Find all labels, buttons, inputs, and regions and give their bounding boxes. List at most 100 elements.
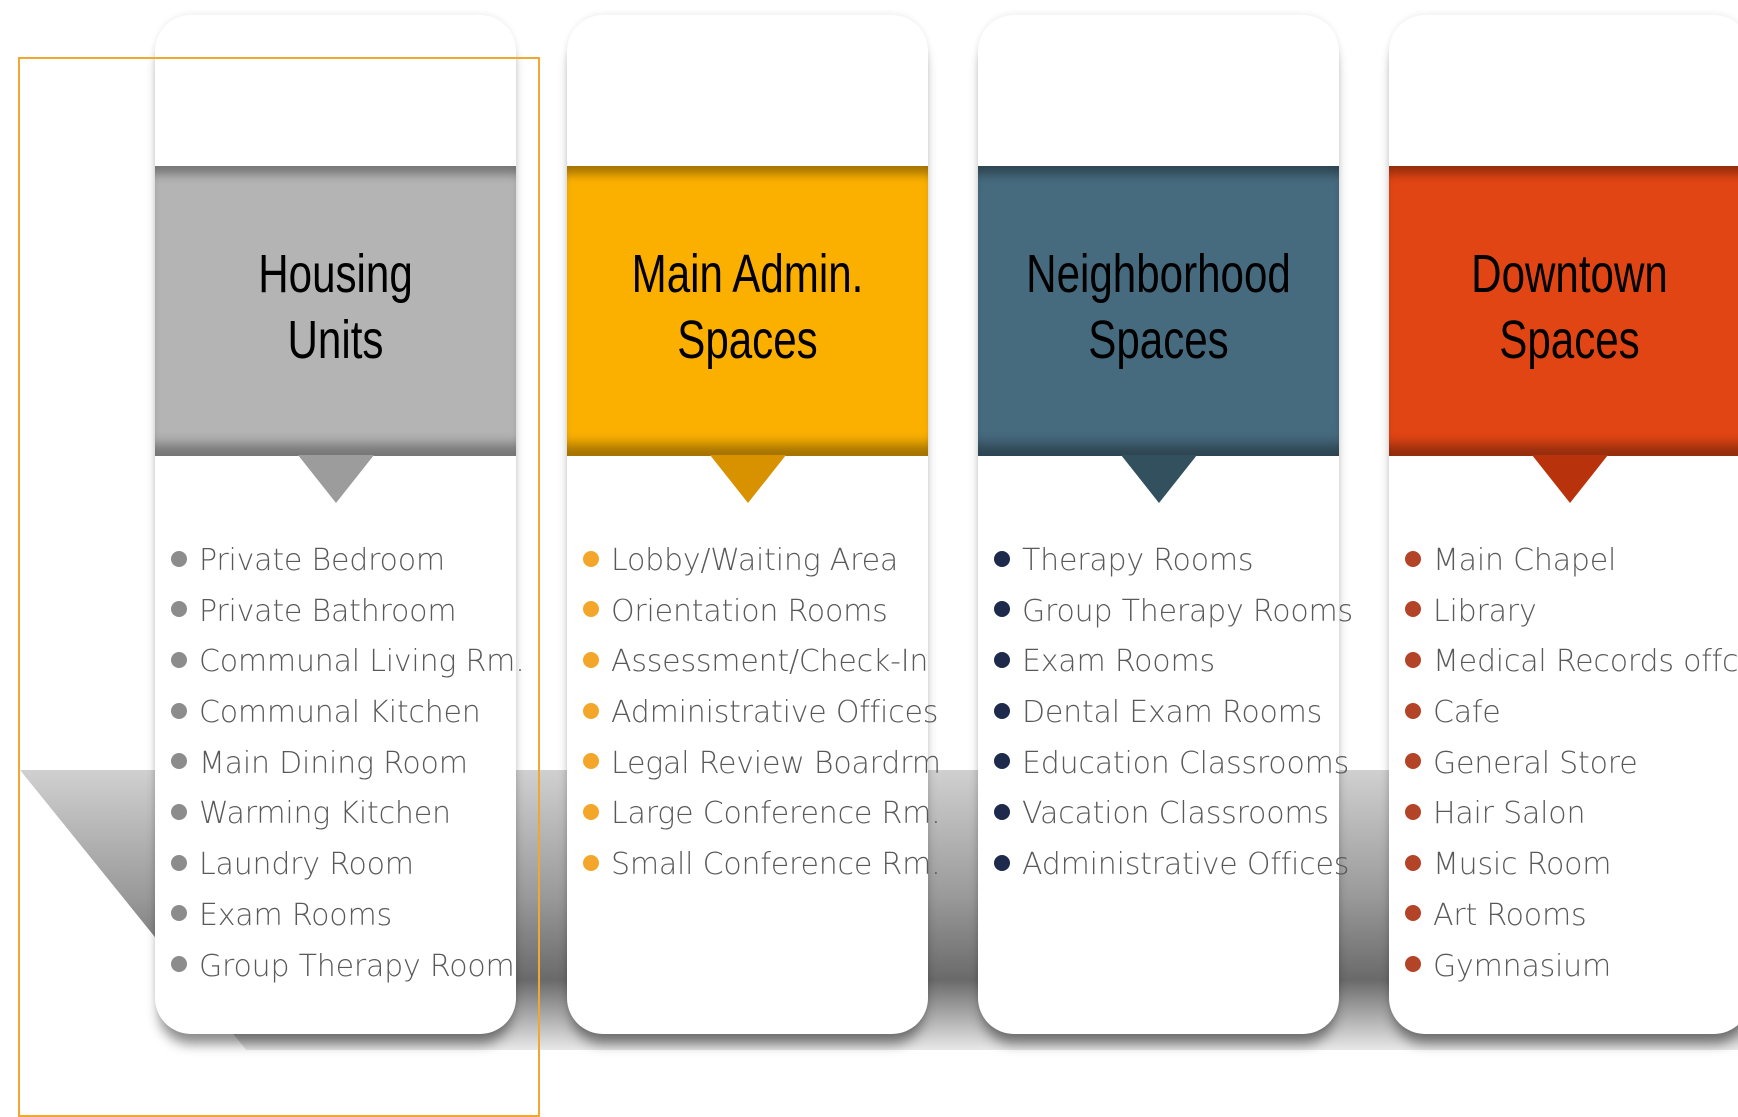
bullet-dot-icon: [1405, 905, 1421, 922]
list-item-label: Therapy Rooms: [1022, 543, 1254, 578]
bullet-dot-icon: [994, 753, 1010, 770]
list-item: Main Chapel: [1405, 542, 1738, 593]
list-item-label: Art Rooms: [1433, 897, 1587, 933]
list-item-label: Large Conference Rm.: [611, 796, 941, 832]
bullet-dot-icon: [1405, 651, 1421, 668]
list-item: Laundry Room: [171, 846, 525, 897]
bullet-dot-icon: [171, 753, 187, 770]
list-item: General Store: [1405, 745, 1738, 796]
list-item-label: Group Therapy Rooms: [1022, 593, 1353, 629]
column-title: Main Admin. Spaces: [631, 244, 864, 370]
list-item-label: Medical Records offc.: [1433, 644, 1738, 680]
bullet-dot-icon: [994, 550, 1010, 567]
bullet-dot-icon: [1405, 803, 1421, 820]
list-item: Gymnasium: [1405, 948, 1738, 999]
list-item: Private Bathroom: [171, 593, 525, 644]
list-item: Assessment/Check-In: [583, 643, 941, 694]
banner-pointer: [297, 455, 374, 503]
item-list: Main Chapel Library Medical Records offc. C…: [1405, 542, 1738, 998]
list-item-label: Exam Rooms: [199, 897, 392, 933]
list-item: Administrative Offices: [583, 694, 941, 745]
item-list: Lobby/Waiting Area Orientation Rooms Asses…: [583, 542, 941, 897]
bullet-dot-icon: [171, 905, 187, 922]
column-banner: Housing Units: [155, 166, 516, 456]
bullet-dot-icon: [171, 854, 187, 871]
list-item-label: Small Conference Rm.: [611, 847, 941, 883]
list-item: Large Conference Rm.: [583, 795, 941, 846]
neighborhood-spaces-card: Neighborhood Spaces Therapy Rooms Group T…: [978, 15, 1353, 1034]
bullet-dot-icon: [1405, 956, 1421, 972]
bullet-dot-icon: [1405, 854, 1421, 871]
bullet-dot-icon: [171, 702, 187, 719]
list-item: Communal Kitchen: [171, 694, 525, 745]
bullet-dot-icon: [994, 601, 1010, 618]
list-item: Dental Exam Rooms: [994, 694, 1353, 745]
bullet-dot-icon: [1405, 753, 1421, 770]
list-item-label: Warming Kitchen: [199, 796, 451, 832]
list-item-label: Lobby/Waiting Area: [611, 543, 899, 578]
list-item: Exam Rooms: [994, 643, 1353, 694]
bullet-dot-icon: [994, 803, 1010, 820]
bullet-dot-icon: [583, 753, 599, 770]
list-item-label: Administrative Offices: [1022, 847, 1350, 883]
list-item: Communal Living Rm.: [171, 643, 525, 694]
list-item-label: Exam Rooms: [1022, 644, 1215, 680]
bullet-dot-icon: [1405, 601, 1421, 618]
list-item-label: Library: [1433, 593, 1537, 629]
bullet-dot-icon: [583, 803, 599, 820]
bullet-dot-icon: [583, 651, 599, 668]
list-item-label: Dental Exam Rooms: [1022, 695, 1323, 731]
column-title: Housing Units: [258, 244, 413, 370]
bullet-dot-icon: [171, 803, 187, 820]
list-item: Group Therapy Rooms: [994, 593, 1353, 644]
housing-units-card: Housing Units Private Bedroom Private Bat…: [155, 15, 525, 1034]
list-item: Exam Rooms: [171, 897, 525, 948]
list-item-label: Music Room: [1433, 847, 1612, 883]
banner-pointer: [709, 455, 786, 503]
column-banner: Downtown Spaces: [1389, 166, 1738, 456]
item-list: Therapy Rooms Group Therapy Rooms Exam Roo…: [994, 542, 1353, 897]
bullet-dot-icon: [994, 651, 1010, 668]
list-item: Private Bedroom: [171, 542, 525, 593]
list-item-label: Main Chapel: [1433, 543, 1617, 578]
banner-pointer: [1120, 455, 1197, 503]
bullet-dot-icon: [1405, 702, 1421, 719]
list-item-label: Hair Salon: [1433, 796, 1586, 832]
bullet-dot-icon: [994, 854, 1010, 871]
list-item: Main Dining Room: [171, 745, 525, 796]
banner-pointer: [1531, 455, 1608, 503]
column-banner: Neighborhood Spaces: [978, 166, 1339, 456]
bullet-dot-icon: [583, 550, 599, 567]
bullet-dot-icon: [583, 854, 599, 871]
bullet-dot-icon: [1405, 550, 1421, 567]
list-item-label: Vacation Classrooms: [1022, 796, 1329, 832]
bullet-dot-icon: [583, 601, 599, 618]
column-title: Neighborhood Spaces: [1026, 244, 1291, 370]
diagram-stage: Housing Units Private Bedroom Private Bat…: [0, 0, 1738, 1117]
list-item: Group Therapy Room: [171, 948, 525, 999]
list-item-label: Cafe: [1433, 695, 1501, 731]
list-item-label: Gymnasium: [1433, 948, 1612, 984]
list-item-label: Orientation Rooms: [611, 593, 888, 629]
list-item: Small Conference Rm.: [583, 846, 941, 897]
column-title: Downtown Spaces: [1471, 244, 1668, 370]
list-item: Warming Kitchen: [171, 795, 525, 846]
list-item: Library: [1405, 593, 1738, 644]
list-item-label: Assessment/Check-In: [611, 644, 929, 680]
main-admin-spaces-card: Main Admin. Spaces Lobby/Waiting Area Ori…: [567, 15, 941, 1034]
bullet-dot-icon: [583, 702, 599, 719]
list-item-label: Main Dining Room: [199, 745, 468, 781]
item-list: Private Bedroom Private Bathroom Communal …: [171, 542, 525, 998]
downtown-spaces-card: Downtown Spaces Main Chapel Library Medica…: [1389, 15, 1738, 1034]
list-item-label: Communal Kitchen: [199, 695, 481, 731]
bullet-dot-icon: [171, 651, 187, 668]
list-item: Lobby/Waiting Area: [583, 542, 941, 593]
list-item-label: General Store: [1433, 745, 1638, 781]
list-item: Music Room: [1405, 846, 1738, 897]
list-item-label: Group Therapy Room: [199, 948, 515, 984]
list-item: Administrative Offices: [994, 846, 1353, 897]
list-item-label: Administrative Offices: [611, 695, 939, 731]
list-item-label: Communal Living Rm.: [199, 644, 525, 680]
list-item-label: Private Bedroom: [199, 543, 445, 578]
bullet-dot-icon: [171, 956, 187, 972]
